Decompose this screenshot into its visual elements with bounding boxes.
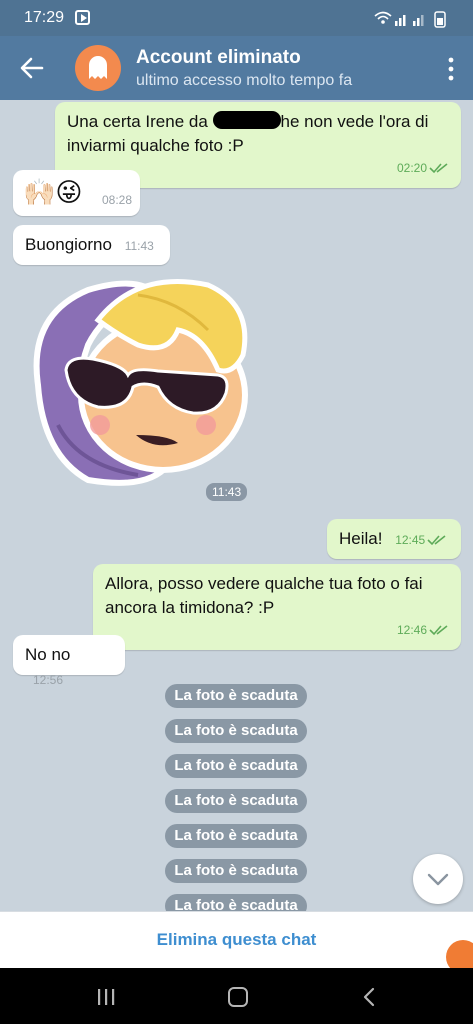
message-outgoing[interactable]: Allora, posso vedere qualche tua foto o … (93, 564, 461, 650)
message-time: 12:46 (113, 618, 449, 642)
ghost-icon (89, 56, 107, 79)
message-incoming[interactable]: 🙌🏻😜 08:28 (13, 170, 140, 216)
expired-photo-notice: La foto è scaduta (165, 719, 307, 743)
chat-header: Account eliminato ultimo accesso molto t… (0, 36, 473, 100)
system-status-icons (374, 11, 446, 28)
message-outgoing[interactable]: Heila! 12:45 (327, 519, 461, 559)
redaction-mark (212, 111, 281, 129)
message-emoji: 🙌🏻😜 (23, 177, 83, 207)
scroll-to-bottom-button[interactable] (413, 854, 463, 904)
message-text: Heila! (339, 529, 383, 548)
double-check-icon (429, 625, 448, 636)
message-text: Una certa Irene da (67, 112, 208, 131)
back-arrow-icon[interactable] (18, 54, 46, 82)
status-time: 17:29 (24, 9, 65, 26)
message-incoming[interactable]: Buongiorno 11:43 (13, 225, 170, 265)
double-check-icon (427, 535, 446, 546)
message-text: No no (25, 645, 71, 664)
message-time: 11:43 (124, 239, 154, 253)
sticker-image[interactable] (18, 275, 253, 495)
home-icon[interactable] (228, 987, 248, 1007)
expired-photo-notice: La foto è scaduta (165, 789, 307, 813)
system-back-icon[interactable] (362, 987, 376, 1007)
avatar[interactable] (75, 45, 121, 91)
double-check-icon (429, 163, 448, 174)
message-time: 08:28 (101, 193, 132, 207)
recents-icon[interactable] (96, 988, 116, 1006)
delete-chat-button[interactable]: Elimina questa chat (0, 930, 473, 950)
notification-icon (75, 10, 90, 25)
delete-chat-bar[interactable]: Elimina questa chat (0, 911, 473, 968)
message-incoming[interactable]: No no 12:56 (13, 635, 125, 687)
expired-photo-notice: La foto è scaduta (165, 824, 307, 848)
chat-title[interactable]: Account eliminato (136, 47, 301, 69)
message-text: Allora, posso vedere qualche tua foto o … (105, 574, 423, 617)
status-bar: 17:29 (0, 0, 473, 36)
chevron-down-icon (427, 873, 449, 886)
sticker-time: 11:43 (206, 483, 248, 501)
expired-photo-notice: La foto è scaduta (165, 684, 307, 708)
message-text: Buongiorno (25, 235, 112, 254)
message-time: 12:56 (33, 673, 64, 687)
chat-messages[interactable]: Una certa Irene da he non vede l'ora di … (0, 100, 473, 911)
message-time: 12:45 (395, 533, 447, 547)
expired-photo-notice: La foto è scaduta (165, 754, 307, 778)
system-navigation-bar (0, 968, 473, 1024)
last-seen-status: ultimo accesso molto tempo fa (136, 72, 353, 89)
expired-photo-notice: La foto è scaduta (165, 894, 307, 911)
expired-photo-notice: La foto è scaduta (165, 859, 307, 883)
more-vertical-icon[interactable] (447, 56, 455, 82)
